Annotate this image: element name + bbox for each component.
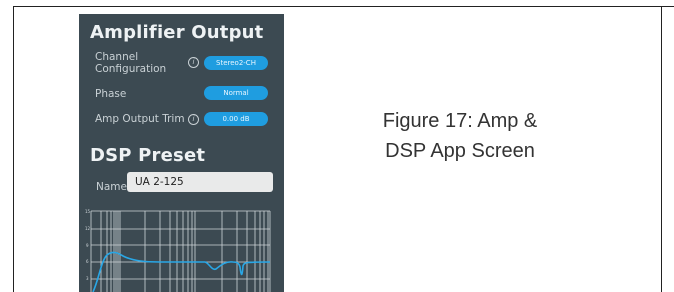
channel-configuration-info-icon[interactable]: i [188,57,199,68]
frequency-response-graph: 15 12 9 6 3 [85,209,275,292]
app-screenshot: Amplifier Output Channel Configuration i… [79,14,284,292]
graph-background [85,209,275,292]
phase-label: Phase [95,88,127,100]
amp-output-trim-field[interactable]: 0.00 dB [204,112,268,126]
amp-output-trim-info-icon[interactable]: i [188,114,199,125]
preset-name-label: Name [96,181,127,193]
frame-top-border [13,6,674,7]
frame-left-border [13,6,14,292]
figure-caption: Figure 17: Amp & DSP App Screen [340,106,580,166]
channel-configuration-select[interactable]: Stereo2-CH [204,56,268,70]
y-tick-label: 12 [85,226,91,231]
caption-line-1: Figure 17: Amp & [382,110,538,132]
phase-select[interactable]: Normal [204,86,268,100]
caption-line-2: DSP App Screen [385,140,535,162]
preset-name-input[interactable]: UA 2-125 [127,172,273,192]
frame-right-border [661,6,662,292]
amp-output-trim-label: Amp Output Trim [95,113,185,125]
channel-configuration-label: Channel Configuration [95,51,167,75]
amplifier-output-title: Amplifier Output [90,22,264,43]
dsp-preset-title: DSP Preset [90,145,206,166]
y-tick-label: 15 [85,209,91,214]
